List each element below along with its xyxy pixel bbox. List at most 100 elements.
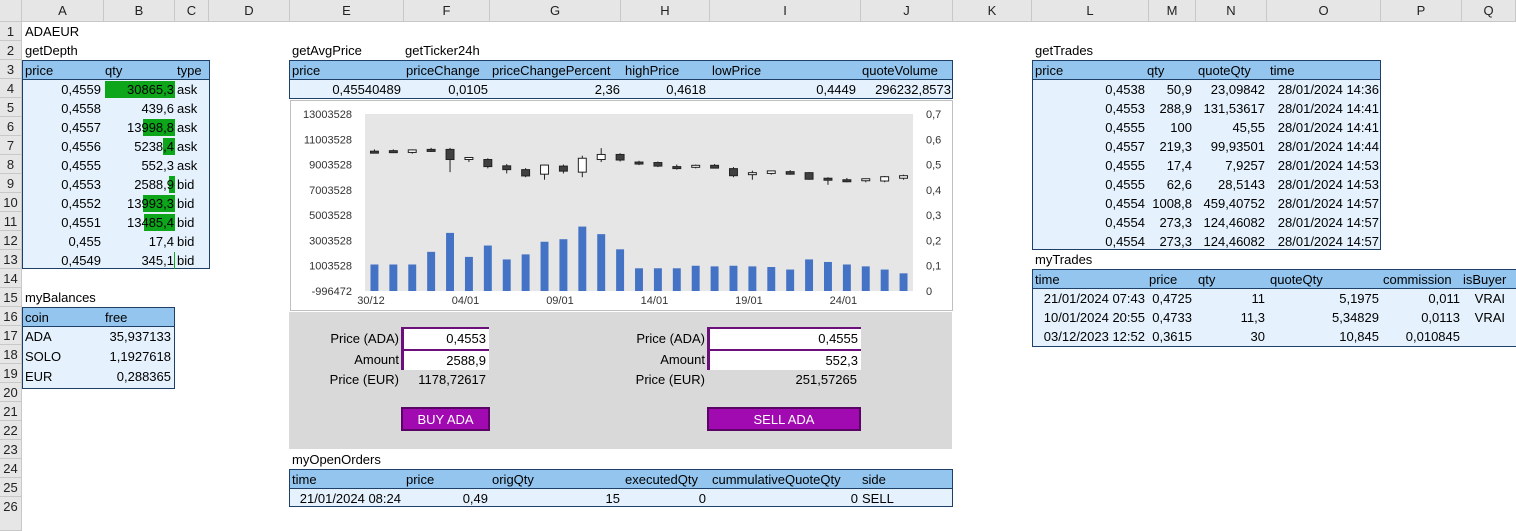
row-header[interactable]: 26 [0,497,22,531]
trade-quoteqty[interactable]: 99,93501 [1195,137,1265,156]
balance-coin[interactable]: EUR [25,367,52,386]
row-header[interactable]: 22 [0,421,22,440]
trade-price[interactable]: 0,4538 [1033,80,1145,99]
column-header[interactable]: Q [1462,0,1516,22]
row-header[interactable]: 18 [0,345,22,364]
trade-quoteqty[interactable]: 28,5143 [1195,175,1265,194]
depth-qty[interactable]: 17,4 [103,232,174,251]
mytrade-time[interactable]: 03/12/2023 12:52 [1033,327,1145,346]
openorder-cumm[interactable]: 0 [708,489,858,508]
depth-price[interactable]: 0,4556 [23,137,101,156]
trade-time[interactable]: 28/01/2024 14:53 [1269,175,1379,194]
column-header[interactable]: K [953,0,1032,22]
ticker-lowprice-value[interactable]: 0,4449 [708,80,856,99]
depth-qty[interactable]: 2588,9 [103,175,174,194]
trade-qty[interactable]: 17,4 [1147,156,1192,175]
depth-qty[interactable]: 13485,4 [103,213,174,232]
trade-quoteqty[interactable]: 124,46082 [1195,213,1265,232]
depth-price[interactable]: 0,455 [23,232,101,251]
symbol-cell[interactable]: ADAEUR [25,22,79,41]
mytrade-isbuyer[interactable]: VRAI [1463,289,1505,308]
row-header[interactable]: 21 [0,402,22,421]
mytrade-time[interactable]: 10/01/2024 20:55 [1033,308,1145,327]
mytrade-qty[interactable]: 30 [1195,327,1265,346]
trade-quoteqty[interactable]: 124,46082 [1195,232,1265,251]
depth-type[interactable]: bid [177,194,194,213]
mytrade-commission[interactable]: 0,0113 [1381,308,1460,327]
row-header[interactable]: 15 [0,288,22,307]
select-all-corner[interactable] [0,0,22,22]
trade-qty[interactable]: 288,9 [1147,99,1192,118]
depth-qty[interactable]: 13993,3 [103,194,174,213]
depth-price[interactable]: 0,4558 [23,99,101,118]
trade-quoteqty[interactable]: 23,09842 [1195,80,1265,99]
mytrade-qty[interactable]: 11,3 [1195,308,1265,327]
row-header[interactable]: 13 [0,250,22,269]
openorder-time[interactable]: 21/01/2024 08:24 [290,489,401,508]
sell-ada-button[interactable]: SELL ADA [707,407,861,431]
mytrade-quoteqty[interactable]: 5,1975 [1269,289,1379,308]
trade-qty[interactable]: 273,3 [1147,213,1192,232]
openorder-price[interactable]: 0,49 [404,489,488,508]
column-header[interactable]: N [1196,0,1267,22]
trade-price[interactable]: 0,4553 [1033,99,1145,118]
row-header[interactable]: 14 [0,269,22,288]
column-header[interactable]: G [490,0,621,22]
trade-price[interactable]: 0,4554 [1033,194,1145,213]
ticker-pricechangepercent-value[interactable]: 2,36 [490,80,620,99]
depth-price[interactable]: 0,4557 [23,118,101,137]
mytrade-isbuyer[interactable]: VRAI [1463,308,1505,327]
mytrade-price[interactable]: 0,4733 [1147,308,1192,327]
depth-price[interactable]: 0,4551 [23,213,101,232]
column-header[interactable]: E [290,0,404,22]
balance-free[interactable]: 0,288365 [103,367,171,386]
row-header[interactable]: 5 [0,98,22,117]
depth-type[interactable]: bid [177,251,194,270]
trade-qty[interactable]: 273,3 [1147,232,1192,251]
depth-type[interactable]: ask [177,137,197,156]
trade-time[interactable]: 28/01/2024 14:57 [1269,194,1379,213]
depth-price[interactable]: 0,4553 [23,175,101,194]
openorder-side[interactable]: SELL [862,489,894,508]
row-header[interactable]: 12 [0,231,22,250]
trade-price[interactable]: 0,4555 [1033,175,1145,194]
row-header[interactable]: 17 [0,326,22,345]
column-header[interactable]: H [621,0,710,22]
trade-quoteqty[interactable]: 45,55 [1195,118,1265,137]
trade-time[interactable]: 28/01/2024 14:41 [1269,99,1379,118]
row-header[interactable]: 7 [0,136,22,155]
column-header[interactable]: P [1381,0,1462,22]
column-header[interactable]: O [1267,0,1381,22]
depth-price[interactable]: 0,4549 [23,251,101,270]
row-header[interactable]: 10 [0,193,22,212]
trade-time[interactable]: 28/01/2024 14:44 [1269,137,1379,156]
row-header[interactable]: 8 [0,155,22,174]
trade-price[interactable]: 0,4557 [1033,137,1145,156]
balance-coin[interactable]: ADA [25,327,52,346]
row-header[interactable]: 6 [0,117,22,136]
trade-time[interactable]: 28/01/2024 14:57 [1269,213,1379,232]
balance-free[interactable]: 35,937133 [103,327,171,346]
column-header[interactable]: A [22,0,104,22]
depth-qty[interactable]: 552,3 [103,156,174,175]
row-header[interactable]: 9 [0,174,22,193]
row-header[interactable]: 20 [0,383,22,402]
row-header[interactable]: 3 [0,60,22,79]
balance-free[interactable]: 1,1927618 [103,347,171,366]
sell-amount-input[interactable]: 552,3 [707,349,861,370]
openorder-origqty[interactable]: 15 [490,489,620,508]
balance-coin[interactable]: SOLO [25,347,61,366]
trade-qty[interactable]: 100 [1147,118,1192,137]
column-header[interactable]: M [1149,0,1196,22]
trade-qty[interactable]: 62,6 [1147,175,1192,194]
mytrade-commission[interactable]: 0,011 [1381,289,1460,308]
row-header[interactable]: 24 [0,459,22,478]
buy-ada-button[interactable]: BUY ADA [401,407,490,431]
depth-price[interactable]: 0,4555 [23,156,101,175]
column-header[interactable]: D [209,0,290,22]
avg-price-value[interactable]: 0,45540489 [290,80,401,99]
ticker-highprice-value[interactable]: 0,4618 [622,80,706,99]
row-header[interactable]: 4 [0,79,22,98]
depth-price[interactable]: 0,4559 [23,80,101,99]
column-header[interactable]: C [175,0,209,22]
